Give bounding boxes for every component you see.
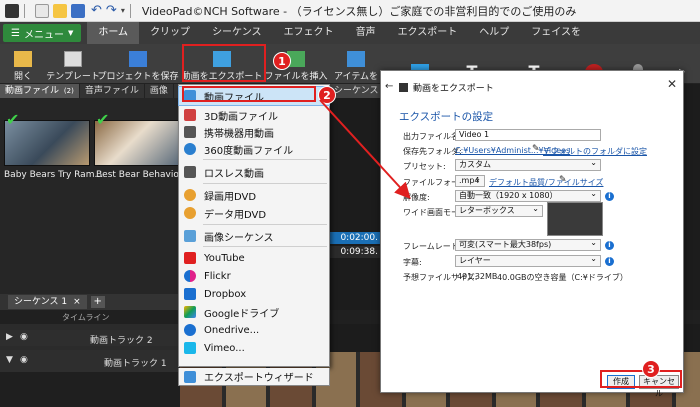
annotation-arrow	[319, 99, 411, 199]
